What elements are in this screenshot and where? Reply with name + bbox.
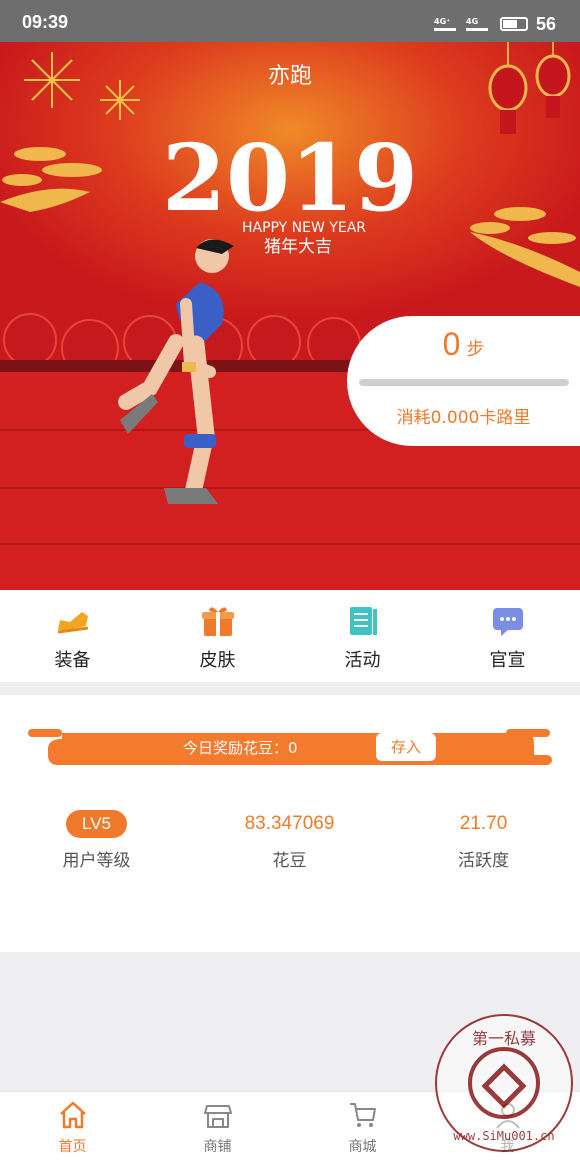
user-level-badge: LV5 xyxy=(66,810,127,838)
menu-label-activity: 活动 xyxy=(344,650,381,671)
menu-label-skin: 皮肤 xyxy=(199,650,236,671)
tab-label-home: 首页 xyxy=(58,1139,87,1155)
deposit-button[interactable]: 存入 xyxy=(376,733,436,761)
hero-banner: 2019 HAPPY NEW YEAR 猪年大吉 亦跑 0 步 消耗0.000卡… xyxy=(0,42,580,590)
chat-icon xyxy=(493,608,523,636)
menu-item-equipment[interactable]: 装备 xyxy=(0,590,145,682)
watermark-top-text: 第一私募 xyxy=(472,1029,536,1048)
menu-item-activity[interactable]: 活动 xyxy=(290,590,435,682)
tab-label-mall: 商城 xyxy=(348,1139,377,1155)
reward-banner: 今日奖励花豆：0 存入 xyxy=(28,725,552,769)
watermark-bottom-text: www.SiMu001.cn xyxy=(453,1129,554,1143)
step-progress-bar xyxy=(359,379,569,386)
cart-icon xyxy=(350,1103,376,1127)
battery-level: 56 xyxy=(536,14,557,34)
stat-user-level: LV5 用户等级 xyxy=(0,810,193,871)
stat-activity: 21.70 活跃度 xyxy=(387,810,580,871)
quick-menu: 装备 皮肤 活动 官宣 xyxy=(0,590,580,682)
tab-label-store: 商铺 xyxy=(203,1139,232,1155)
store-icon xyxy=(204,1105,232,1128)
menu-label-equipment: 装备 xyxy=(54,650,91,671)
tab-store[interactable]: 商铺 xyxy=(145,1092,290,1160)
watermark-seal: 第一私募 www.SiMu001.cn xyxy=(435,1014,573,1152)
user-level-label: 用户等级 xyxy=(62,851,131,871)
greeting-cn-art: 猪年大吉 xyxy=(264,237,332,257)
user-stats-card: 今日奖励花豆：0 存入 LV5 用户等级 83.347069 花豆 21.70 … xyxy=(0,695,580,952)
menu-item-announcement[interactable]: 官宣 xyxy=(435,590,580,682)
stat-beans: 83.347069 花豆 xyxy=(193,810,386,871)
document-icon xyxy=(350,607,377,635)
tab-home[interactable]: 首页 xyxy=(0,1092,145,1160)
step-count-value: 0 xyxy=(442,326,461,362)
signal-bars-1-icon xyxy=(434,28,456,31)
home-icon xyxy=(60,1101,86,1129)
activity-label: 活跃度 xyxy=(458,851,509,871)
battery-icon xyxy=(500,17,528,31)
menu-item-skin[interactable]: 皮肤 xyxy=(145,590,290,682)
gift-icon xyxy=(202,607,234,636)
app-title: 亦跑 xyxy=(267,64,312,89)
signal-label-1: 4G⁺ xyxy=(434,17,451,26)
signal-label-2: 4G xyxy=(466,17,479,26)
beans-label: 花豆 xyxy=(272,851,307,871)
activity-value: 21.70 xyxy=(459,813,508,834)
step-count-unit: 步 xyxy=(466,339,485,360)
greeting-en-art: HAPPY NEW YEAR xyxy=(242,220,366,236)
status-time: 09:39 xyxy=(22,12,69,32)
calorie-text: 消耗0.000卡路里 xyxy=(396,408,531,428)
reward-text: 今日奖励花豆：0 xyxy=(183,739,298,757)
step-counter-card[interactable]: 0步 消耗0.000卡路里 xyxy=(347,316,580,446)
step-count: 0步 xyxy=(347,326,580,363)
year-2019-art: 2019 xyxy=(162,124,418,232)
menu-label-announcement: 官宣 xyxy=(489,650,526,671)
sneaker-icon xyxy=(57,612,89,634)
beans-value: 83.347069 xyxy=(244,813,335,834)
tab-mall[interactable]: 商城 xyxy=(290,1092,435,1160)
status-bar: 09:39 4G⁺ 4G 56 xyxy=(0,0,580,42)
signal-bars-2-icon xyxy=(466,28,488,31)
